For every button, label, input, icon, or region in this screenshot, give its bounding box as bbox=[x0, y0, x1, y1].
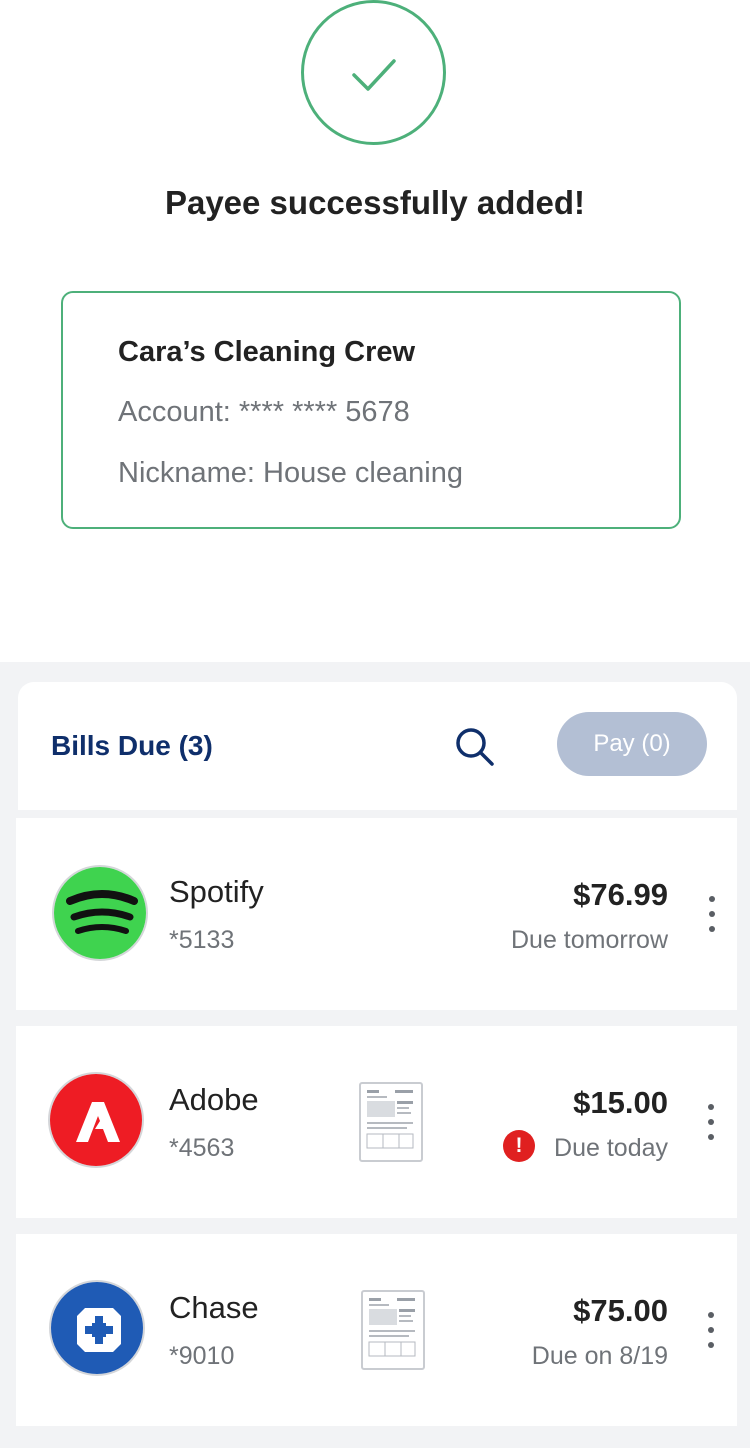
bill-name: Spotify bbox=[169, 874, 264, 909]
payee-account: Account: **** **** 5678 bbox=[118, 396, 410, 428]
bill-more-menu-icon[interactable] bbox=[702, 894, 722, 934]
bill-account: *5133 bbox=[169, 926, 235, 954]
bill-document-thumbnail[interactable] bbox=[359, 1082, 423, 1162]
check-icon bbox=[352, 59, 396, 91]
bill-row-spotify[interactable]: Spotify *5133 $76.99 Due tomorrow bbox=[16, 818, 737, 1010]
bills-header: Bills Due (3) Pay (0) bbox=[18, 682, 737, 810]
bill-amount: $75.00 bbox=[573, 1293, 668, 1328]
payee-name: Cara’s Cleaning Crew bbox=[118, 336, 416, 368]
bill-amount: $76.99 bbox=[573, 877, 668, 912]
adobe-logo-icon bbox=[48, 1072, 144, 1168]
bill-row-adobe[interactable]: Adobe *4563 $15.00 ! Due today bbox=[16, 1026, 737, 1218]
bill-amount: $15.00 bbox=[573, 1085, 668, 1120]
payee-summary-card: Cara’s Cleaning Crew Account: **** **** … bbox=[61, 291, 681, 529]
payee-nickname: Nickname: House cleaning bbox=[118, 457, 463, 489]
bills-title: Bills Due (3) bbox=[51, 730, 213, 761]
bill-document-thumbnail[interactable] bbox=[361, 1290, 425, 1370]
success-check-circle bbox=[301, 0, 446, 145]
bill-more-menu-icon[interactable] bbox=[701, 1102, 721, 1142]
bill-document-icon bbox=[366, 1090, 414, 1149]
chase-logo-icon bbox=[49, 1280, 145, 1376]
search-button[interactable] bbox=[454, 726, 496, 768]
bill-name: Chase bbox=[169, 1290, 259, 1325]
bill-row-chase[interactable]: Chase *9010 $75.00 Due on 8/19 bbox=[16, 1234, 737, 1426]
pay-button[interactable]: Pay (0) bbox=[557, 712, 707, 776]
alert-icon: ! bbox=[503, 1130, 535, 1162]
bill-name: Adobe bbox=[169, 1082, 259, 1117]
spotify-logo-icon bbox=[52, 865, 148, 961]
bill-more-menu-icon[interactable] bbox=[701, 1310, 721, 1350]
bill-due-date: Due today bbox=[554, 1134, 668, 1162]
search-icon bbox=[456, 728, 494, 766]
bills-due-section: Bills Due (3) Pay (0) Spotify *5133 $76.… bbox=[0, 662, 750, 1448]
bill-account: *9010 bbox=[169, 1342, 235, 1370]
bill-due-date: Due tomorrow bbox=[511, 926, 668, 954]
bill-document-icon bbox=[368, 1298, 416, 1357]
success-title: Payee successfully added! bbox=[164, 184, 586, 221]
success-section: Payee successfully added! Cara’s Cleanin… bbox=[0, 0, 750, 662]
bill-account: *4563 bbox=[169, 1134, 235, 1162]
bill-due-date: Due on 8/19 bbox=[531, 1342, 668, 1370]
